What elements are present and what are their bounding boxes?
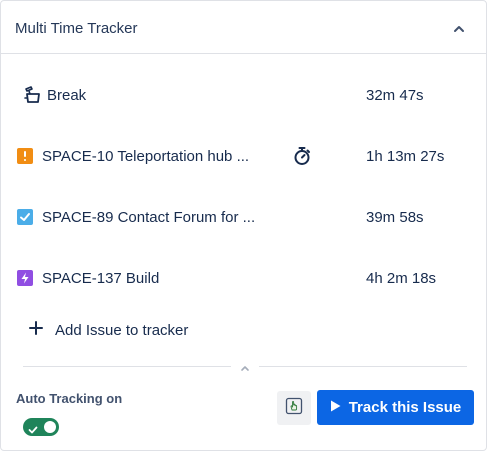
tracker-label: SPACE-10 Teleportation hub ... bbox=[42, 148, 250, 165]
add-issue-label: Add Issue to tracker bbox=[55, 321, 189, 339]
track-issue-label: Track this Issue bbox=[348, 399, 462, 416]
issue-task-icon bbox=[17, 209, 33, 225]
issue-epic-icon bbox=[17, 270, 33, 286]
auto-tracking-label: Auto Tracking on bbox=[16, 391, 123, 406]
auto-tracking-toggle[interactable] bbox=[23, 418, 59, 436]
tracker-time: 4h 2m 18s bbox=[366, 270, 437, 287]
tracker-time: 32m 47s bbox=[366, 87, 424, 104]
divider-right bbox=[259, 366, 467, 367]
track-issue-button[interactable]: Track this Issue bbox=[317, 390, 474, 425]
issue-bug-icon bbox=[17, 148, 33, 164]
tracker-time: 39m 58s bbox=[366, 209, 424, 226]
chevron-up-icon[interactable] bbox=[239, 360, 251, 371]
tracker-time: 1h 13m 27s bbox=[366, 148, 445, 165]
break-icon bbox=[23, 85, 43, 105]
tracker-row-break[interactable]: Break 32m 47s bbox=[1, 75, 486, 115]
play-icon bbox=[330, 399, 341, 417]
chevron-up-icon[interactable] bbox=[451, 21, 467, 37]
tracker-label: Break bbox=[47, 87, 87, 104]
panel-title: Multi Time Tracker bbox=[15, 20, 138, 37]
panel-header: Multi Time Tracker bbox=[1, 1, 486, 54]
toggle-knob bbox=[44, 421, 56, 433]
hand-pointer-icon bbox=[285, 397, 303, 420]
tracker-row-space-137[interactable]: SPACE-137 Build 4h 2m 18s bbox=[1, 258, 486, 298]
tracker-label: SPACE-137 Build bbox=[42, 270, 160, 287]
tracker-row-space-89[interactable]: SPACE-89 Contact Forum for ... 39m 58s bbox=[1, 197, 486, 237]
add-issue-button[interactable]: Add Issue to tracker bbox=[29, 319, 188, 341]
plus-icon bbox=[29, 320, 43, 340]
time-tracker-panel: Multi Time Tracker Break 32m 47s SPACE-1 bbox=[0, 0, 487, 451]
tracker-row-space-10[interactable]: SPACE-10 Teleportation hub ... 1h 13m 27… bbox=[1, 136, 486, 176]
check-icon bbox=[28, 422, 38, 434]
hand-pointer-button[interactable] bbox=[277, 391, 311, 425]
stopwatch-icon[interactable] bbox=[292, 146, 312, 166]
tracker-label: SPACE-89 Contact Forum for ... bbox=[42, 209, 256, 226]
divider-left bbox=[23, 366, 231, 367]
